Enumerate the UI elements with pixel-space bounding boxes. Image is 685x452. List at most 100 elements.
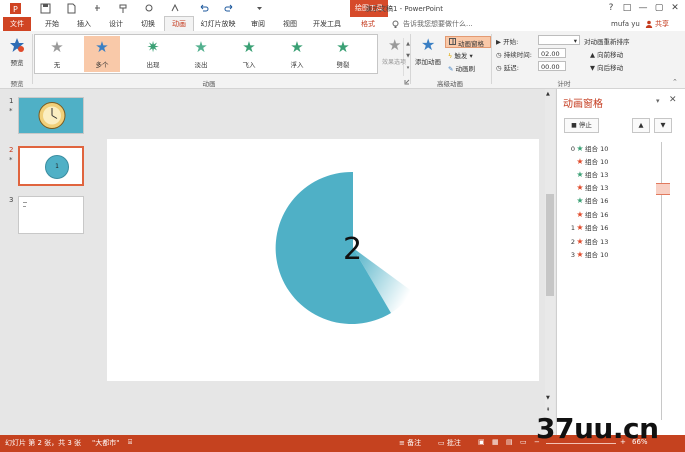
stop-button[interactable]: ■ 停止 — [564, 118, 599, 133]
slide-thumbnails-pane: 1 * 2 * 1 3 — [0, 89, 93, 435]
animation-pane-button[interactable]: 动画窗格 — [445, 36, 491, 48]
format-painter-icon[interactable] — [118, 3, 129, 14]
new-file-icon[interactable] — [66, 3, 77, 14]
editor-scrollbar[interactable]: ▲ ▼ ⇞ ⇟ — [545, 89, 555, 435]
slide-info: 幻灯片 第 2 张，共 3 张 — [5, 439, 82, 447]
move-earlier-label: 向前移动 — [597, 51, 624, 59]
animation-list-item[interactable]: ★组合 16 — [568, 209, 608, 221]
animation-list-item[interactable]: 3★组合 10 — [568, 249, 608, 261]
tell-me-search-input[interactable]: 告诉我您想要做什么... — [393, 19, 473, 29]
animation-list-item[interactable]: ★组合 13 — [568, 169, 608, 181]
advanced-animation-group-label: 高级动画 — [437, 80, 463, 88]
print-preview-icon[interactable] — [144, 3, 155, 14]
animation-fade[interactable]: ★ 淡出 — [183, 36, 219, 72]
user-account[interactable]: mufa yu — [611, 20, 640, 28]
tab-view[interactable]: 视图 — [276, 17, 304, 31]
move-later-button[interactable]: ▼ 向后移动 — [590, 62, 623, 72]
effect-options-button[interactable]: ★ 效果选项 — [380, 36, 408, 74]
preview-star-icon — [10, 38, 24, 52]
scroll-thumb[interactable] — [546, 194, 554, 296]
animation-split[interactable]: ★ 劈裂 — [325, 36, 361, 72]
timeline-bar[interactable] — [656, 183, 670, 195]
window-title: 演示文稿1 - PowerPoint — [365, 5, 443, 13]
close-button[interactable]: ✕ — [668, 2, 682, 14]
start-dropdown[interactable]: ▾ — [538, 35, 580, 45]
trigger-button[interactable]: ϟ 触发 ▾ — [448, 50, 473, 60]
add-animation-button[interactable]: ★ 添加动画 — [413, 35, 443, 75]
reorder-title: 对动画重新排序 — [584, 38, 630, 46]
slideshow-view-icon[interactable]: ▭ — [520, 438, 527, 446]
maximize-button[interactable]: ▢ — [652, 2, 666, 14]
customize-qat-icon[interactable] — [254, 3, 265, 14]
share-label: 共享 — [655, 20, 669, 28]
pane-options-icon[interactable]: ▾ — [656, 97, 660, 105]
scroll-up-icon[interactable]: ▲ — [546, 91, 550, 97]
slide-thumbnail-3[interactable] — [18, 196, 84, 234]
user-icon — [645, 20, 653, 28]
exit-star-icon: ★ — [576, 223, 584, 232]
duration-input[interactable]: 02.00 — [538, 48, 566, 58]
pane-close-icon[interactable]: ✕ — [669, 95, 677, 105]
minimize-button[interactable]: — — [636, 2, 650, 14]
theme-name: "大都市" — [92, 439, 120, 447]
add-animation-star-icon: ★ — [421, 35, 436, 54]
animation-appear[interactable]: ✷ 出现 — [135, 36, 171, 72]
delay-input[interactable]: 00.00 — [538, 61, 566, 71]
reading-view-icon[interactable]: ▤ — [506, 438, 513, 446]
animation-list-item[interactable]: ★组合 10 — [568, 156, 608, 168]
redo-icon[interactable] — [224, 3, 235, 14]
animation-list-item[interactable]: ★组合 16 — [568, 195, 608, 207]
notes-button[interactable]: ≡ 备注 — [399, 438, 421, 448]
help-button[interactable]: ? — [604, 2, 618, 14]
animation-pane-label: 动画窗格 — [458, 40, 484, 48]
animation-list-item[interactable]: 0★组合 10 — [568, 143, 608, 155]
animation-marker: * — [9, 107, 13, 115]
animation-label: 浮入 — [290, 61, 304, 69]
animation-none[interactable]: ★ 无 — [39, 36, 75, 72]
animation-list-item[interactable]: 1★组合 16 — [568, 222, 608, 234]
tab-transitions[interactable]: 切换 — [134, 17, 162, 31]
move-down-button[interactable]: ▼ — [654, 118, 672, 133]
share-button[interactable]: 共享 — [643, 18, 683, 30]
spelling-icon[interactable] — [170, 3, 181, 14]
star-burst-icon: ✷ — [146, 38, 160, 56]
tab-format[interactable]: 格式 — [352, 17, 384, 31]
language-icon[interactable]: ⌸ — [128, 438, 132, 447]
touch-mode-icon[interactable] — [92, 3, 103, 14]
slide-thumbnail-2[interactable]: 1 — [18, 146, 84, 186]
preview-button[interactable]: 预览 — [4, 35, 30, 73]
current-slide[interactable]: 2 — [107, 139, 539, 381]
collapse-ribbon-icon[interactable]: ⌃ — [672, 78, 678, 86]
scroll-down-icon[interactable]: ▼ — [546, 395, 550, 401]
tab-slideshow[interactable]: 幻灯片放映 — [196, 17, 240, 31]
tab-home[interactable]: 开始 — [38, 17, 66, 31]
animation-list-item[interactable]: 2★组合 13 — [568, 236, 608, 248]
animation-painter-button[interactable]: ✎ 动画刷 — [448, 63, 475, 73]
tab-animations[interactable]: 动画 — [164, 16, 194, 32]
pie-clock-shape[interactable]: 2 — [107, 139, 539, 381]
animation-float-in[interactable]: ★ 浮入 — [279, 36, 315, 72]
ribbon-display-options-button[interactable]: □ — [620, 2, 634, 14]
tab-developer[interactable]: 开发工具 — [308, 17, 346, 31]
animation-label: 多个 — [95, 61, 109, 69]
slide-sorter-icon[interactable]: ▦ — [492, 438, 499, 446]
down-triangle-icon: ▼ — [660, 121, 666, 129]
animation-marker: * — [9, 156, 13, 164]
slide-thumbnail-1[interactable] — [18, 97, 84, 134]
tab-file[interactable]: 文件 — [3, 17, 31, 31]
tab-review[interactable]: 审阅 — [244, 17, 272, 31]
undo-icon[interactable] — [198, 3, 209, 14]
move-earlier-button[interactable]: ▲ 向前移动 — [590, 49, 623, 59]
save-icon[interactable] — [40, 3, 51, 14]
tab-insert[interactable]: 插入 — [70, 17, 98, 31]
item-name: 组合 10 — [585, 145, 609, 153]
comments-button[interactable]: ▭ 批注 — [438, 438, 461, 448]
animation-multiple[interactable]: ★ 多个 — [84, 36, 120, 72]
animation-list-item[interactable]: ★组合 13 — [568, 182, 608, 194]
animation-fly-in[interactable]: ★ 飞入 — [231, 36, 267, 72]
normal-view-icon[interactable]: ▣ — [478, 438, 485, 446]
move-up-button[interactable]: ▲ — [632, 118, 650, 133]
tab-design[interactable]: 设计 — [102, 17, 130, 31]
watermark-logo: 37uu.cn — [536, 412, 659, 445]
slide-number-text: 2 — [343, 232, 362, 267]
